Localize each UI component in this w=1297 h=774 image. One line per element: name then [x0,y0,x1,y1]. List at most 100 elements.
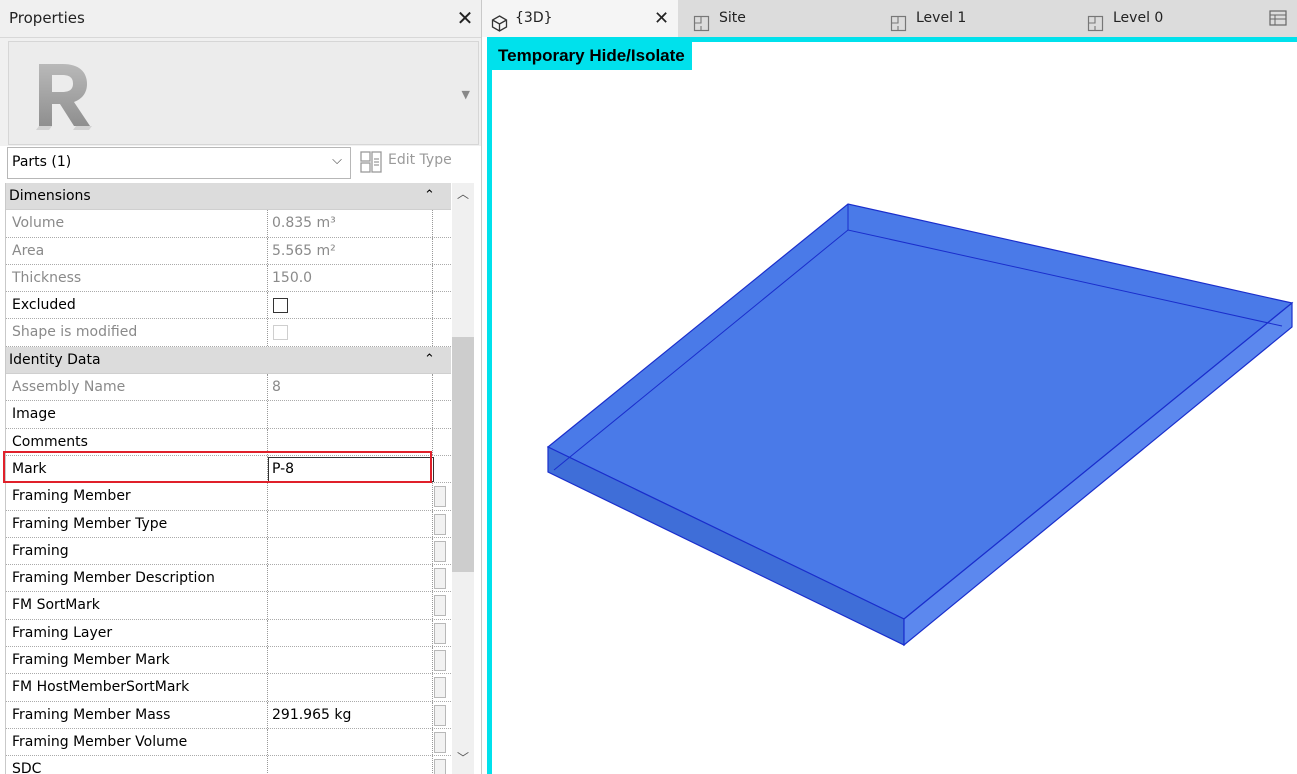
property-row-framing[interactable]: Framing [6,537,451,566]
edit-type-button[interactable]: Edit Type [360,149,476,177]
scrollbar-thumb[interactable] [452,337,474,572]
collapse-icon[interactable]: ⌃ [424,183,435,209]
group-dimensions[interactable]: Dimensions ⌃ [6,183,451,211]
property-edit-button[interactable] [434,540,446,562]
group-label: Dimensions [9,188,91,204]
property-edit-button[interactable] [434,513,446,535]
property-row-fm-sortmark[interactable]: FM SortMark [6,592,451,620]
property-value[interactable] [268,728,433,756]
properties-grid: Dimensions ⌃ Volume 0.835 m³ Area 5.565 m² Thi… [5,183,451,774]
property-value [268,292,433,319]
property-edit-button[interactable] [434,704,446,726]
close-icon[interactable]: ✕ [654,0,669,37]
property-name: Volume [6,210,268,237]
property-row-sdc[interactable]: SDC [6,756,451,774]
property-edit-button[interactable] [434,650,446,672]
property-value: 0.835 m³ [268,210,433,237]
chevron-down-icon[interactable]: ﹀ [457,749,469,766]
3d-viewport[interactable]: Temporary Hide/Isolate [487,37,1297,774]
collapse-icon[interactable]: ⌃ [424,347,435,373]
type-image-area: ▼ [0,38,481,146]
property-edit-button[interactable] [434,759,446,774]
property-value[interactable] [268,565,433,592]
properties-scrollbar[interactable]: ︿ ﹀ [452,183,474,774]
property-name: Shape is modified [6,319,268,346]
property-value[interactable]: 291.965 kg [268,701,433,728]
property-row-thickness: Thickness 150.0 [6,264,451,293]
properties-header: Properties ✕ [0,0,481,38]
property-edit-button[interactable] [434,677,446,699]
property-row-excluded[interactable]: Excluded [6,292,451,320]
property-row-framing-member[interactable]: Framing Member [6,483,451,511]
property-value: 5.565 m² [268,237,433,264]
property-value[interactable] [268,537,433,565]
property-value[interactable] [268,510,433,537]
property-row-framing-member-mass[interactable]: Framing Member Mass 291.965 kg [6,701,451,729]
property-value[interactable] [268,592,433,619]
type-selector-dropdown[interactable]: Parts (1) ⌵ [7,147,351,179]
property-row-framing-member-description[interactable]: Framing Member Description [6,565,451,593]
close-icon[interactable]: ✕ [454,5,476,31]
property-row-mark[interactable]: Mark P-8 [6,455,451,484]
checkbox[interactable] [273,298,288,314]
property-edit-button[interactable] [434,622,446,644]
property-name: Framing Member Mark [6,647,268,674]
property-row-framing-member-mark[interactable]: Framing Member Mark [6,647,451,675]
property-row-comments[interactable]: Comments [6,428,451,456]
property-edit-button[interactable] [434,595,446,617]
dropdown-arrow-icon[interactable]: ▼ [462,88,470,101]
type-preview-panel: ▼ [110,41,479,145]
property-value [268,319,433,346]
mark-input[interactable]: P-8 [268,456,434,482]
edit-type-icon [360,151,382,173]
property-row-fm-hostmembersortmark[interactable]: FM HostMemberSortMark [6,674,451,702]
part-model[interactable] [492,42,1297,774]
tab-label: {3D} [515,10,553,26]
chevron-up-icon[interactable]: ︿ [457,185,469,202]
property-name: Framing Layer [6,619,268,647]
tab-label: Level 0 [1113,10,1164,26]
tab-list-icon[interactable] [1269,10,1287,30]
property-name: Framing Member Mass [6,701,268,728]
property-name: Assembly Name [6,374,268,401]
group-label: Identity Data [9,351,101,368]
property-edit-button[interactable] [434,486,446,508]
tab-label: Site [719,10,746,26]
properties-title: Properties [9,9,85,27]
property-value[interactable] [268,674,433,701]
property-row-image[interactable]: Image [6,401,451,429]
property-row-framing-layer[interactable]: Framing Layer [6,619,451,648]
property-edit-button[interactable] [434,731,446,753]
property-row-assembly-name: Assembly Name 8 [6,374,451,402]
property-name: Mark [6,455,268,483]
tab-level-0[interactable]: Level 0 [1073,0,1269,37]
property-name: Thickness [6,264,268,292]
property-row-framing-member-type[interactable]: Framing Member Type [6,510,451,538]
property-value[interactable] [268,619,433,647]
property-row-shape-is-modified: Shape is modified [6,319,451,347]
property-value[interactable] [268,428,433,455]
property-name: Image [6,401,268,428]
property-name: FM HostMemberSortMark [6,674,268,701]
chevron-down-icon: ⌵ [332,153,342,168]
property-value[interactable] [268,483,433,510]
property-name: Excluded [6,292,268,319]
property-name: SDC [6,756,268,774]
type-selector-value: Parts (1) [12,154,72,170]
property-value[interactable] [268,401,433,428]
checkbox [273,325,288,341]
property-value[interactable] [268,647,433,674]
property-row-volume: Volume 0.835 m³ [6,210,451,238]
edit-type-label: Edit Type [388,152,452,168]
property-name: Comments [6,428,268,455]
tab-3d[interactable]: {3D} ✕ [482,0,678,37]
property-name: Framing [6,537,268,565]
property-value: 150.0 [268,264,433,292]
group-identity-data[interactable]: Identity Data ⌃ [6,346,451,375]
tab-site[interactable]: Site [679,0,875,37]
property-name: FM SortMark [6,592,268,619]
property-row-framing-member-volume[interactable]: Framing Member Volume [6,728,451,757]
property-value[interactable] [268,756,433,774]
tab-level-1[interactable]: Level 1 [876,0,1072,37]
property-edit-button[interactable] [434,568,446,590]
